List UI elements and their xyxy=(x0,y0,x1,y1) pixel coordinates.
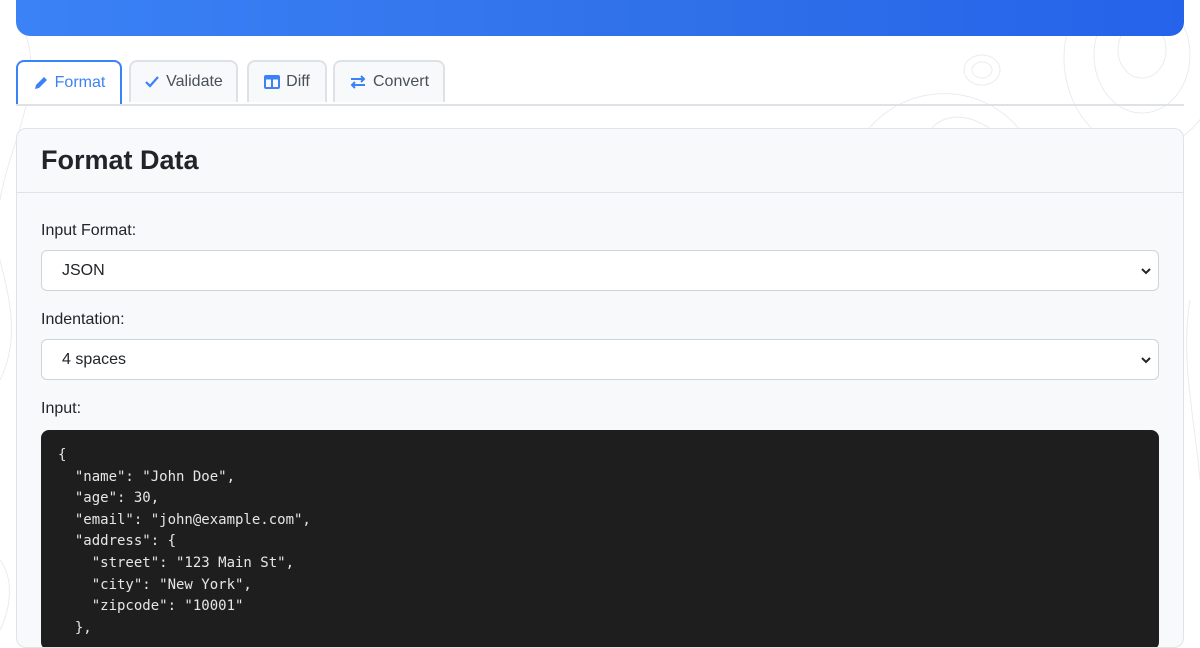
tab-format-label: Format xyxy=(54,74,106,91)
indentation-label: Indentation: xyxy=(41,311,125,328)
input-format-label: Input Format: xyxy=(41,222,137,239)
chevron-down-icon xyxy=(1141,357,1151,364)
tab-validate-label: Validate xyxy=(166,73,223,90)
input-code-editor[interactable]: { "name": "John Doe", "age": 30, "email"… xyxy=(41,430,1159,647)
pencil-icon xyxy=(33,75,49,91)
input-format-value: JSON xyxy=(62,261,105,279)
input-format-select[interactable]: JSON xyxy=(41,250,1159,291)
tab-convert-label: Convert xyxy=(372,73,430,90)
tab-format[interactable]: Format xyxy=(16,60,122,104)
chevron-down-icon xyxy=(1141,268,1151,275)
check-icon xyxy=(144,74,160,90)
indentation-value: 4 spaces xyxy=(62,350,127,368)
tool-tabs: Format Validate Diff Convert xyxy=(16,60,1184,106)
tab-convert[interactable]: Convert xyxy=(333,60,445,102)
indentation-select[interactable]: 4 spaces xyxy=(41,339,1159,380)
input-label: Input: xyxy=(41,400,82,417)
format-panel: Format Data Input Format: JSON Indentati… xyxy=(16,128,1184,648)
arrows-exchange-icon xyxy=(349,74,367,90)
header-banner xyxy=(16,0,1184,36)
panel-header: Format Data xyxy=(17,129,1183,193)
tab-diff-label: Diff xyxy=(286,73,310,90)
tab-validate[interactable]: Validate xyxy=(129,60,238,102)
columns-icon xyxy=(264,75,281,89)
tab-diff[interactable]: Diff xyxy=(247,60,327,102)
panel-title: Format Data xyxy=(41,145,199,175)
